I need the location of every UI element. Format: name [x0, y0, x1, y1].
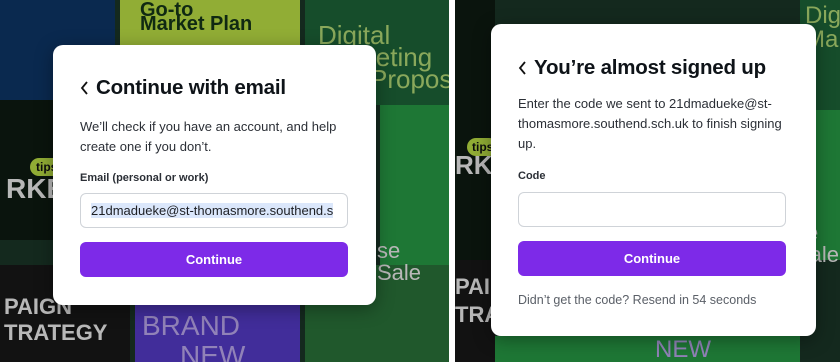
email-field-value: 21dmadueke@st-thomasmore.southend.s [91, 203, 334, 218]
verification-code-dialog: You’re almost signed up Enter the code w… [491, 24, 816, 336]
continue-button[interactable]: Continue [518, 241, 786, 276]
dialog-header: You’re almost signed up [518, 56, 766, 80]
email-field-label: Email (personal or work) [80, 172, 209, 184]
left-screenshot-panel: Go-to Market Plan Digital Marketing Prop… [0, 0, 449, 362]
dialog-header: Continue with email [80, 76, 286, 100]
chevron-left-icon[interactable] [518, 57, 534, 79]
email-field[interactable]: 21dmadueke@st-thomasmore.southend.s [80, 193, 348, 228]
dialog-title: You’re almost signed up [534, 56, 766, 79]
dialog-title: Continue with email [96, 76, 286, 99]
resend-code-text[interactable]: Didn’t get the code? Resend in 54 second… [518, 293, 756, 307]
code-field-label: Code [518, 170, 546, 182]
chevron-left-icon[interactable] [80, 77, 96, 99]
continue-with-email-dialog: Continue with email We’ll check if you h… [53, 45, 376, 305]
right-screenshot-panel: Digital Marketing tips RKE PAI TRA se Sa… [455, 0, 840, 362]
code-field[interactable] [518, 192, 786, 227]
dialog-description: We’ll check if you have an account, and … [80, 119, 337, 154]
dialog-description: Enter the code we sent to 21dmadueke@st-… [518, 96, 782, 151]
continue-button[interactable]: Continue [80, 242, 348, 277]
